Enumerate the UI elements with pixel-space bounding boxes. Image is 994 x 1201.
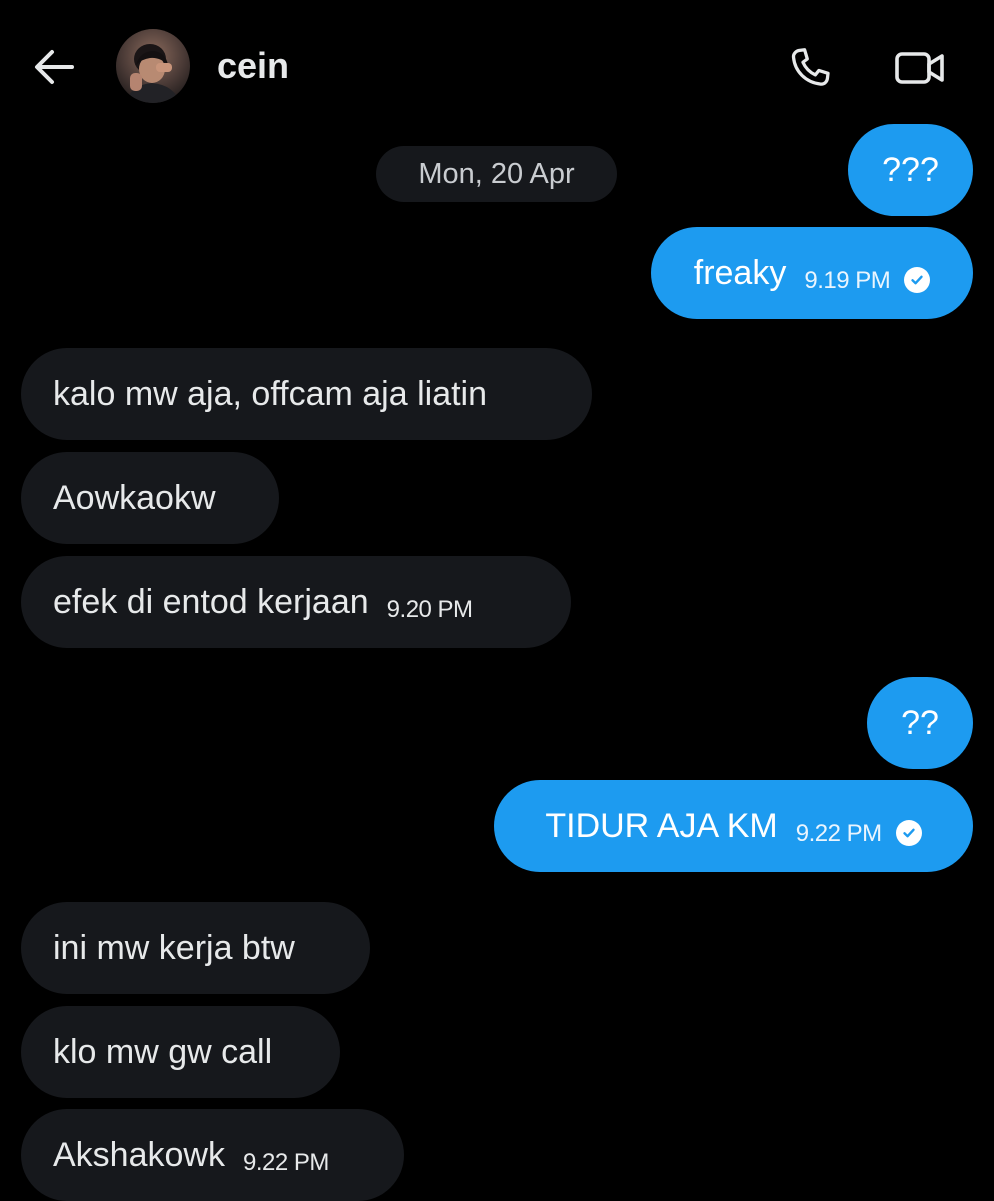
- message-bubble-sent[interactable]: freaky 9.19 PM: [651, 227, 973, 319]
- message-bubble-received[interactable]: Aowkaokw: [21, 452, 279, 544]
- message-bubble-sent[interactable]: TIDUR AJA KM 9.22 PM: [494, 780, 973, 872]
- message-text: efek di entod kerjaan: [53, 583, 369, 621]
- message-bubble-sent[interactable]: ???: [848, 124, 973, 216]
- message-timestamp: 9.22 PM: [795, 820, 882, 847]
- message-timestamp: 9.19 PM: [804, 267, 891, 294]
- message-bubble-received[interactable]: Akshakowk 9.22 PM: [21, 1109, 404, 1201]
- message-text: Akshakowk: [53, 1136, 225, 1174]
- message-bubble-received[interactable]: kalo mw aja, offcam aja liatin: [21, 348, 592, 440]
- back-button[interactable]: [28, 44, 80, 90]
- call-button[interactable]: [780, 40, 840, 96]
- read-receipt-icon: [904, 267, 931, 293]
- date-separator: Mon, 20 Apr: [376, 146, 617, 202]
- message-bubble-received[interactable]: efek di entod kerjaan 9.20 PM: [21, 556, 571, 648]
- message-bubble-received[interactable]: ini mw kerja btw: [21, 902, 370, 994]
- message-text: ini mw kerja btw: [53, 929, 295, 967]
- message-bubble-sent[interactable]: ??: [867, 677, 973, 769]
- contact-photo: [116, 29, 190, 103]
- contact-name[interactable]: cein: [217, 44, 289, 88]
- message-timestamp: 9.22 PM: [242, 1149, 329, 1176]
- video-call-button[interactable]: [888, 40, 952, 96]
- message-text: TIDUR AJA KM: [545, 807, 778, 845]
- avatar[interactable]: [116, 29, 190, 103]
- message-text: klo mw gw call: [53, 1033, 273, 1071]
- message-bubble-received[interactable]: klo mw gw call: [21, 1006, 340, 1098]
- read-receipt-icon: [895, 820, 922, 846]
- message-text: ??: [901, 704, 939, 742]
- conversation-header: cein: [0, 0, 994, 130]
- video-camera-icon: [895, 52, 944, 84]
- message-text: kalo mw aja, offcam aja liatin: [53, 375, 488, 413]
- message-text: ???: [882, 151, 939, 189]
- message-timestamp: 9.20 PM: [386, 596, 473, 623]
- arrow-left-icon: [35, 50, 74, 84]
- message-text: Aowkaokw: [53, 479, 216, 517]
- message-text: freaky: [693, 254, 787, 292]
- phone-icon: [791, 48, 830, 86]
